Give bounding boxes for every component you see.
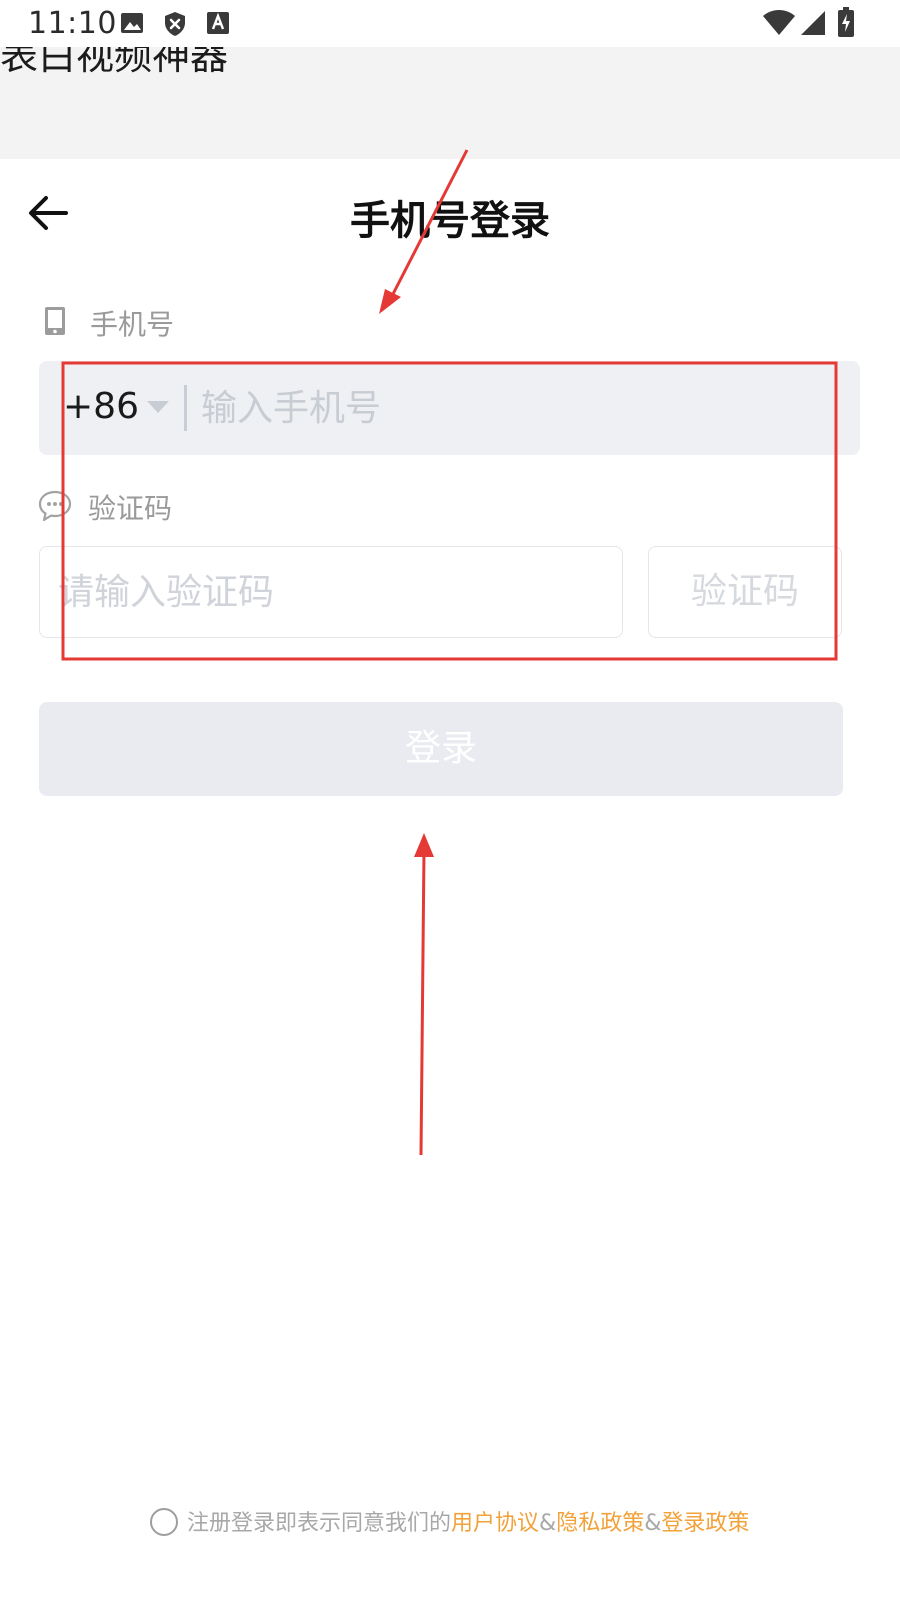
separator: & [539, 1511, 557, 1536]
code-label: 验证码 [88, 492, 173, 525]
signal-icon [801, 11, 825, 35]
agree-checkbox[interactable] [150, 1508, 178, 1536]
app-title: 表白视频神器 [0, 47, 229, 78]
phone-icon [45, 307, 65, 335]
shield-x-icon [165, 12, 185, 36]
agreement-line: 注册登录即表示同意我们的用户协议&隐私政策&登录政策 [150, 1508, 749, 1540]
login-policy-link[interactable]: 登录政策 [661, 1511, 749, 1536]
code-field [39, 546, 623, 638]
font-a-icon [207, 12, 229, 34]
status-bar: 11:10 [0, 0, 900, 48]
user-agreement-link[interactable]: 用户协议 [451, 1511, 539, 1536]
annotation-arrow-bottom [414, 833, 434, 1156]
battery-icon [838, 7, 854, 37]
chat-bubble-icon [38, 490, 72, 522]
code-input[interactable] [58, 547, 598, 637]
country-code[interactable]: +86 [63, 386, 139, 427]
page-title: 手机号登录 [350, 198, 550, 244]
divider [184, 385, 187, 431]
privacy-policy-link[interactable]: 隐私政策 [556, 1511, 644, 1536]
phone-label: 手机号 [90, 308, 175, 341]
chevron-down-icon[interactable] [147, 401, 169, 413]
phone-input[interactable] [201, 361, 841, 455]
status-time: 11:10 [28, 6, 117, 41]
image-icon [121, 13, 143, 33]
separator: & [644, 1511, 662, 1536]
login-button[interactable]: 登录 [39, 702, 843, 796]
agreement-text: 注册登录即表示同意我们的 [187, 1511, 452, 1536]
get-code-button[interactable]: 验证码 [648, 546, 842, 638]
app-banner: 表白视频神器 [0, 47, 900, 159]
wifi-icon [763, 10, 795, 35]
phone-field: +86 [39, 361, 860, 455]
